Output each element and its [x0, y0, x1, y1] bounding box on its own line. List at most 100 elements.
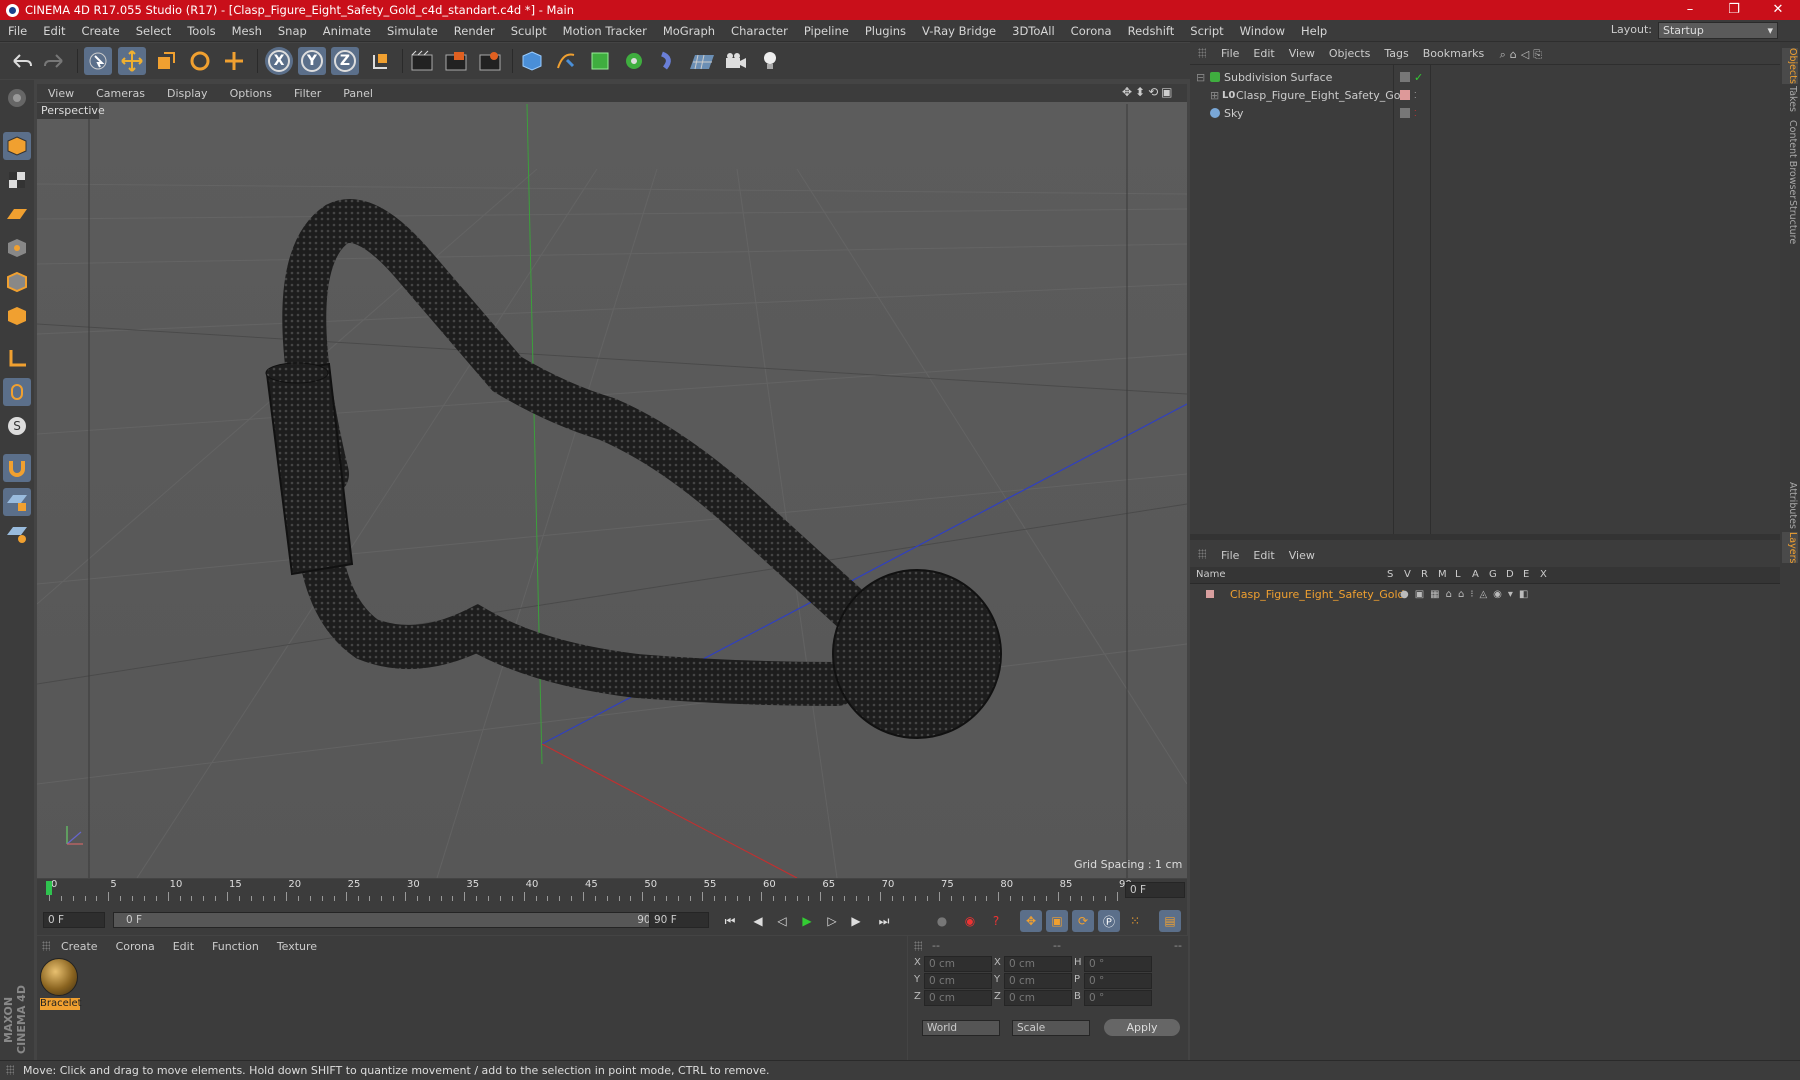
- menu-simulate[interactable]: Simulate: [379, 24, 446, 38]
- frame-range-slider[interactable]: 0 F 90 F: [113, 912, 673, 928]
- object-menu-file[interactable]: File: [1214, 47, 1246, 60]
- key-pla-button[interactable]: ⁙: [1124, 910, 1146, 932]
- menu-3dtoall[interactable]: 3DToAll: [1004, 24, 1063, 38]
- autokey-button[interactable]: ◉: [959, 910, 981, 932]
- minimize-button[interactable]: –: [1668, 0, 1712, 20]
- render-settings-button[interactable]: [476, 47, 504, 75]
- coordinate-system-button[interactable]: [366, 47, 394, 75]
- coord-value-field[interactable]: 0 °: [1084, 990, 1152, 1006]
- viewport-menu-options[interactable]: Options: [219, 87, 283, 100]
- go-to-start-button[interactable]: ⏮: [719, 910, 741, 932]
- redo-button[interactable]: [40, 47, 68, 75]
- viewport-menu-view[interactable]: View: [37, 87, 85, 100]
- menu-character[interactable]: Character: [723, 24, 796, 38]
- render-to-picture-viewer-button[interactable]: [442, 47, 470, 75]
- visibility-toggle[interactable]: [1400, 72, 1410, 82]
- transform-tool[interactable]: [220, 47, 248, 75]
- undo-button[interactable]: [8, 47, 36, 75]
- layer-column-e[interactable]: E: [1523, 569, 1529, 580]
- viewport-menu-panel[interactable]: Panel: [332, 87, 384, 100]
- current-frame-field[interactable]: 0 F: [1125, 882, 1185, 898]
- solo-mode-icon[interactable]: S: [3, 412, 31, 440]
- enabled-check-icon[interactable]: ✓: [1414, 69, 1423, 86]
- cloner-icon[interactable]: [620, 47, 648, 75]
- start-frame-field[interactable]: 0 F: [43, 912, 105, 928]
- menu-select[interactable]: Select: [128, 24, 179, 38]
- menu-pipeline[interactable]: Pipeline: [796, 24, 857, 38]
- planar-workplane-icon[interactable]: [3, 520, 31, 548]
- key-rotation-button[interactable]: ⟳: [1072, 910, 1094, 932]
- object-manager-toolbar-icons[interactable]: ⌕⌂◁⎘: [1500, 48, 1546, 62]
- visibility-dots-icon[interactable]: ⁚: [1414, 87, 1417, 104]
- layer-row[interactable]: Clasp_Figure_Eight_Safety_Gold ●▣▦⌂⌂⁝◬◉▾…: [1192, 586, 1780, 603]
- object-menu-view[interactable]: View: [1282, 47, 1322, 60]
- polygons-mode-icon[interactable]: [3, 302, 31, 330]
- object-row-subdivision-surface[interactable]: ⊟ Subdivision Surface ✓: [1192, 69, 1780, 86]
- menu-sculpt[interactable]: Sculpt: [503, 24, 555, 38]
- menu-mesh[interactable]: Mesh: [224, 24, 270, 38]
- next-frame-button[interactable]: ▷: [821, 910, 843, 932]
- layer-menu-view[interactable]: View: [1282, 549, 1322, 562]
- keyframe-selection-button[interactable]: ?: [985, 910, 1007, 932]
- object-menu-edit[interactable]: Edit: [1246, 47, 1281, 60]
- material-menu-corona[interactable]: Corona: [107, 940, 164, 953]
- layer-column-d[interactable]: D: [1506, 569, 1514, 580]
- tweak-mode-icon[interactable]: [3, 378, 31, 406]
- material-menu-create[interactable]: Create: [52, 940, 107, 953]
- menu-help[interactable]: Help: [1293, 24, 1335, 38]
- menu-tools[interactable]: Tools: [179, 24, 223, 38]
- menu-animate[interactable]: Animate: [315, 24, 379, 38]
- layer-column-g[interactable]: G: [1489, 569, 1497, 580]
- side-tab-takes[interactable]: Takes: [1782, 86, 1798, 112]
- layer-menu-file[interactable]: File: [1214, 549, 1246, 562]
- layer-color-swatch[interactable]: [1206, 590, 1214, 598]
- cube-object-icon[interactable]: [518, 47, 546, 75]
- object-menu-objects[interactable]: Objects: [1322, 47, 1378, 60]
- menu-snap[interactable]: Snap: [270, 24, 315, 38]
- menu-create[interactable]: Create: [74, 24, 128, 38]
- subdivision-surface-icon[interactable]: [586, 47, 614, 75]
- coord-value-field[interactable]: 0 cm: [1004, 956, 1072, 972]
- play-button[interactable]: ▶: [796, 910, 818, 932]
- workplane-mode-icon[interactable]: [3, 200, 31, 228]
- z-axis-lock-button[interactable]: Z: [331, 47, 359, 75]
- menu-window[interactable]: Window: [1232, 24, 1293, 38]
- layer-color-swatch[interactable]: [1400, 90, 1410, 100]
- menu-script[interactable]: Script: [1182, 24, 1231, 38]
- move-tool[interactable]: [118, 47, 146, 75]
- menu-render[interactable]: Render: [446, 24, 503, 38]
- apply-button[interactable]: Apply: [1104, 1019, 1180, 1036]
- camera-icon[interactable]: [722, 47, 750, 75]
- visibility-dots-icon[interactable]: ⁚: [1414, 105, 1417, 122]
- coord-value-field[interactable]: 0 cm: [1004, 973, 1072, 989]
- layer-column-v[interactable]: V: [1404, 569, 1411, 580]
- object-menu-tags[interactable]: Tags: [1377, 47, 1415, 60]
- make-editable-button[interactable]: [3, 84, 31, 112]
- rotate-tool[interactable]: [186, 47, 214, 75]
- layer-flag-icons[interactable]: ●▣▦⌂⌂⁝◬◉▾◧: [1400, 586, 1534, 603]
- side-tab-attributes[interactable]: Attributes: [1782, 482, 1798, 529]
- texture-mode-icon[interactable]: [3, 166, 31, 194]
- viewport-menu-cameras[interactable]: Cameras: [85, 87, 156, 100]
- viewport-menu-display[interactable]: Display: [156, 87, 219, 100]
- coord-value-field[interactable]: 0 cm: [924, 973, 992, 989]
- points-mode-icon[interactable]: [3, 234, 31, 262]
- workplane-lock-icon[interactable]: [3, 488, 31, 516]
- coord-value-field[interactable]: 0 cm: [924, 956, 992, 972]
- floor-icon[interactable]: [688, 47, 716, 75]
- live-selection-tool[interactable]: [84, 47, 112, 75]
- timeline-window-button[interactable]: ▤: [1159, 910, 1181, 932]
- render-view-button[interactable]: [408, 47, 436, 75]
- layout-select[interactable]: Startup ▾: [1658, 22, 1778, 39]
- spline-pen-icon[interactable]: [552, 47, 580, 75]
- key-scale-button[interactable]: ▣: [1046, 910, 1068, 932]
- layer-column-m[interactable]: M: [1438, 569, 1447, 580]
- coordinate-space-select[interactable]: World: [922, 1020, 1000, 1036]
- side-tab-layers[interactable]: Layers: [1782, 532, 1798, 564]
- deformer-icon[interactable]: [654, 47, 682, 75]
- end-frame-field[interactable]: 90 F: [649, 912, 709, 928]
- maximize-button[interactable]: ❐: [1712, 0, 1756, 20]
- material-menu-edit[interactable]: Edit: [164, 940, 203, 953]
- menu-file[interactable]: File: [0, 24, 35, 38]
- material-menu-texture[interactable]: Texture: [268, 940, 326, 953]
